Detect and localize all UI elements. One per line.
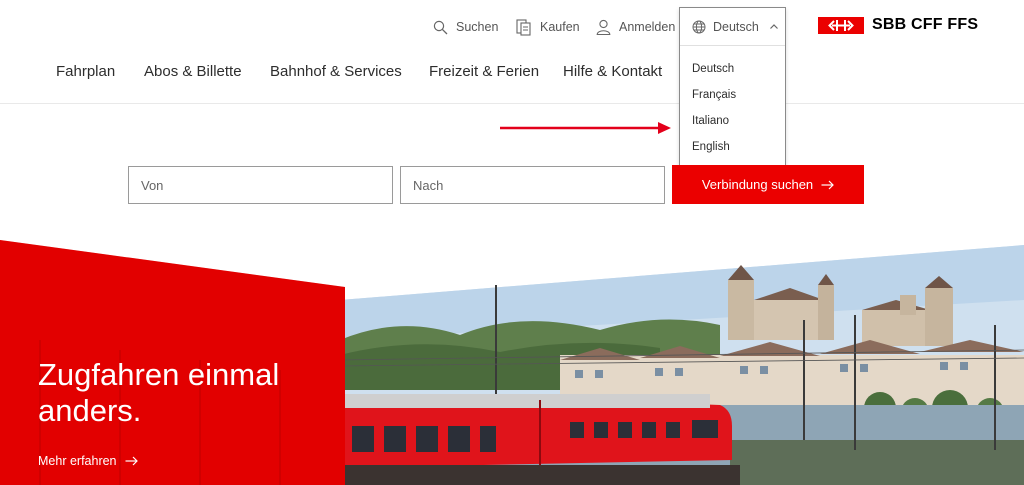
login-link[interactable]: Anmelden [596,17,675,37]
search-link[interactable]: Suchen [433,17,498,37]
nav-freizeit-ferien[interactable]: Freizeit & Ferien [429,63,539,80]
nav-divider [0,103,1024,104]
nav-bahnhof-services[interactable]: Bahnhof & Services [270,63,402,80]
language-option-deutsch[interactable]: Deutsch [692,63,734,75]
sbb-logo[interactable]: SBB CFF FFS [818,16,978,34]
arrow-right-icon [125,456,138,466]
nav-fahrplan[interactable]: Fahrplan [56,63,115,80]
language-separator [680,45,785,46]
search-icon [433,20,448,34]
globe-icon [692,20,706,33]
language-option-english[interactable]: English [692,141,730,153]
buy-link-label: Kaufen [540,20,580,34]
brand-name: SBB CFF FFS [872,16,979,33]
buy-icon [516,18,531,36]
search-connection-label: Verbindung suchen [701,177,814,192]
hero-title-line-2: anders. [38,393,142,428]
hero-title-line-1: Zugfahren einmal [38,357,280,392]
search-connection-button[interactable]: Verbindung suchen [672,165,864,204]
hero-more-link[interactable]: Mehr erfahren [38,454,138,468]
annotation-arrow-icon [500,122,671,134]
nav-hilfe-kontakt[interactable]: Hilfe & Kontakt [563,63,662,80]
language-option-italiano[interactable]: Italiano [692,115,729,127]
hero-more-link-label: Mehr erfahren [38,454,117,468]
user-icon [596,19,611,35]
language-toggle[interactable]: Deutsch [680,8,785,45]
search-link-label: Suchen [456,20,499,34]
from-input[interactable] [128,166,393,204]
to-input[interactable] [400,166,665,204]
chevron-up-icon [769,24,778,29]
arrow-right-icon [821,180,835,189]
language-dropdown: Deutsch Deutsch Français Italiano Englis… [679,7,786,169]
sbb-logo-icon [818,16,864,34]
buy-link[interactable]: Kaufen [516,17,580,37]
language-current: Deutsch [713,19,759,34]
nav-abos-billette[interactable]: Abos & Billette [144,63,242,80]
login-link-label: Anmelden [619,20,676,34]
language-option-francais[interactable]: Français [692,89,736,101]
hero-title: Zugfahren einmal anders. [38,357,338,429]
